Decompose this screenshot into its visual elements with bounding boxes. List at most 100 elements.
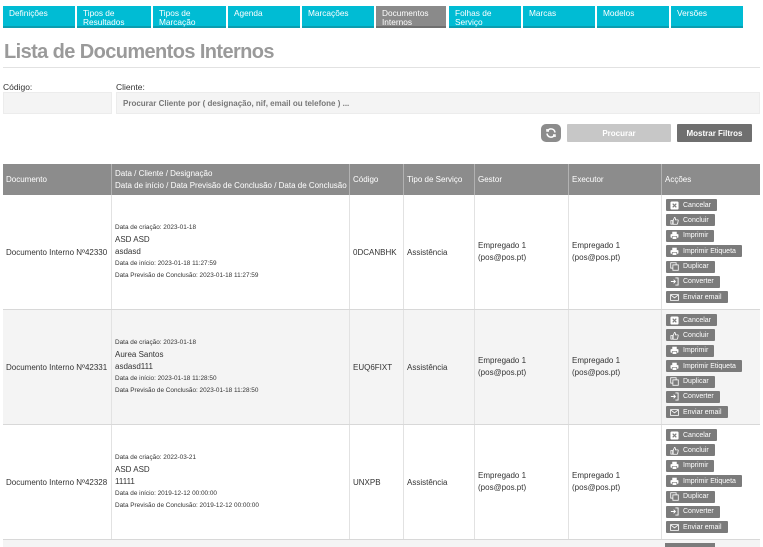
header-label: Data / Cliente / Designação (115, 168, 213, 178)
tab-label: Tipos de Resultados (83, 8, 125, 27)
tab-definicoes[interactable]: Definições (3, 6, 75, 28)
code-field[interactable] (3, 92, 112, 114)
start-date: Data de início: 2019-12-12 00:00:00 (115, 490, 217, 497)
sign-in-icon (670, 392, 679, 402)
thumbs-up-icon (670, 446, 679, 455)
cancelar-button[interactable]: Cancelar (666, 429, 718, 441)
document-number: Documento Interno Nº42331 (6, 362, 108, 372)
cell-data-cliente: Data de criação: 2022-03-21 ASD ASD 11111 D… (111, 425, 349, 539)
cell-data-cliente: Data de criação: 2023-01-18 ASD ASD asdasd… (111, 195, 349, 309)
executor-name: Empregado 1 (572, 471, 621, 480)
enviar-email-button[interactable]: Enviar email (666, 291, 728, 304)
imprimir-button[interactable]: Imprimir (666, 459, 715, 472)
document-number: Documento Interno Nº42330 (6, 247, 108, 257)
concluir-button[interactable]: Concluir (666, 329, 715, 342)
cell-executor: Empregado 1 (pos@pos.pt) (568, 425, 661, 539)
table-row: Documento Interno Nº42331 Data de criação… (3, 310, 760, 425)
concluir-button[interactable]: Concluir (666, 444, 715, 457)
tab-folhas-de-servico[interactable]: Folhas de Serviço (449, 6, 521, 28)
cancelar-button[interactable]: Cancelar (666, 314, 718, 326)
converter-button[interactable]: Converter (666, 275, 720, 288)
cell-gestor: Empregado 1 (pos@pos.pt) (474, 310, 568, 424)
col-header-codigo[interactable]: Código (349, 164, 403, 195)
duplicar-button[interactable]: Duplicar (666, 490, 715, 503)
action-label: Imprimir Etiqueta (683, 247, 736, 255)
action-label: Imprimir Etiqueta (683, 362, 736, 370)
refresh-icon (546, 128, 556, 138)
cancelar-button[interactable]: Cancelar (666, 199, 718, 211)
search-button[interactable]: Procurar (567, 124, 671, 142)
action-label: Enviar email (683, 408, 722, 416)
refresh-button[interactable] (541, 124, 561, 142)
show-filters-button[interactable]: Mostrar Filtros (677, 124, 752, 142)
thumbs-up-icon (670, 331, 679, 340)
imprimir-etiqueta-button[interactable]: Imprimir Etiqueta (666, 245, 742, 258)
cell-documento[interactable]: Documento Interno Nº42330 (3, 195, 111, 309)
tab-versoes[interactable]: Versões (671, 6, 743, 28)
tab-tipos-de-resultados[interactable]: Tipos de Resultados (77, 6, 151, 28)
tab-label: Marcas (529, 8, 557, 18)
start-date: Data de início: 2023-01-18 11:27:59 (115, 260, 217, 267)
tab-agenda[interactable]: Agenda (228, 6, 300, 28)
cell-codigo: 0DCANBHK (349, 195, 403, 309)
duplicar-button[interactable]: Duplicar (666, 260, 715, 273)
converter-button[interactable]: Converter (666, 390, 720, 403)
action-label: Converter (683, 278, 714, 286)
cancel-button-partial[interactable] (665, 543, 715, 547)
document-number: Documento Interno Nº42328 (6, 477, 108, 487)
code-label: Código: (3, 82, 33, 92)
tab-marcas[interactable]: Marcas (523, 6, 595, 28)
code-input[interactable] (4, 93, 111, 114)
col-header-accoes: Acções (661, 164, 760, 195)
service-type: Assistência (407, 477, 448, 487)
code-value: UNXPB (353, 477, 381, 487)
expected-completion-date: Data Previsão de Conclusão: 2019-12-12 0… (115, 502, 259, 509)
header-label: Executor (572, 174, 604, 184)
concluir-button[interactable]: Concluir (666, 214, 715, 227)
service-type: Assistência (407, 247, 448, 257)
x-icon (670, 315, 679, 325)
action-label: Cancelar (683, 316, 712, 324)
printer-icon (670, 477, 679, 486)
imprimir-button[interactable]: Imprimir (666, 344, 715, 357)
tab-marcacoes[interactable]: Marcações (302, 6, 374, 28)
action-label: Enviar email (683, 293, 722, 301)
tab-modelos[interactable]: Modelos (597, 6, 669, 28)
client-search-field[interactable] (116, 92, 760, 114)
tab-label: Tipos de Marcação (159, 8, 196, 27)
col-header-documento[interactable]: Documento (3, 164, 111, 195)
client-name: ASD ASD (115, 235, 150, 244)
col-header-executor[interactable]: Executor (568, 164, 661, 195)
tab-tipos-de-marcacao[interactable]: Tipos de Marcação (153, 6, 226, 28)
header-label: Documento (6, 174, 47, 184)
client-search-input[interactable] (117, 93, 759, 114)
imprimir-etiqueta-button[interactable]: Imprimir Etiqueta (666, 475, 742, 488)
printer-icon (670, 231, 679, 240)
cell-executor: Empregado 1 (pos@pos.pt) (568, 310, 661, 424)
code-value: 0DCANBHK (353, 247, 397, 257)
printer-icon (670, 247, 679, 256)
col-header-gestor[interactable]: Gestor (474, 164, 568, 195)
imprimir-etiqueta-button[interactable]: Imprimir Etiqueta (666, 360, 742, 373)
manager-name: Empregado 1 (478, 356, 527, 365)
enviar-email-button[interactable]: Enviar email (666, 521, 728, 534)
cell-documento[interactable]: Documento Interno Nº42328 (3, 425, 111, 539)
executor-email: (pos@pos.pt) (572, 253, 621, 262)
table-row-partial (3, 540, 760, 547)
action-label: Cancelar (683, 431, 712, 439)
action-label: Imprimir (683, 462, 709, 470)
col-header-data[interactable]: Data / Cliente / Designação Data de iníc… (111, 164, 349, 195)
action-label: Duplicar (683, 493, 709, 501)
tab-label: Marcações (308, 8, 349, 18)
col-header-tipo[interactable]: Tipo de Serviço (403, 164, 474, 195)
expected-completion-date: Data Previsão de Conclusão: 2023-01-18 1… (115, 272, 259, 279)
cell-documento[interactable]: Documento Interno Nº42331 (3, 310, 111, 424)
table-header: Documento Data / Cliente / Designação Da… (3, 164, 760, 195)
duplicar-button[interactable]: Duplicar (666, 375, 715, 388)
imprimir-button[interactable]: Imprimir (666, 229, 715, 242)
enviar-email-button[interactable]: Enviar email (666, 406, 728, 419)
x-icon (670, 430, 679, 440)
converter-button[interactable]: Converter (666, 505, 720, 518)
tab-documentos-internos[interactable]: Documentos Internos (376, 6, 446, 28)
sign-in-icon (670, 507, 679, 517)
